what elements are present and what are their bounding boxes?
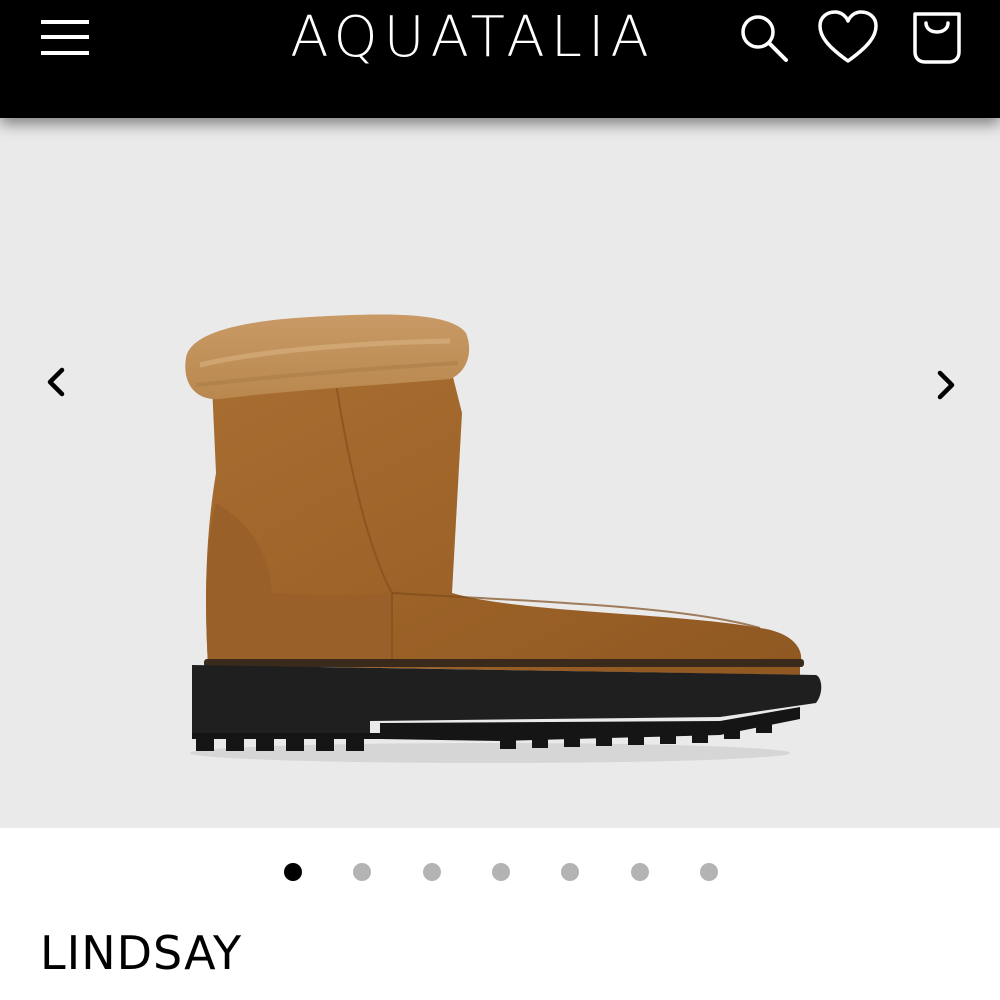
menu-button[interactable] xyxy=(34,10,96,64)
pagination-dot[interactable] xyxy=(284,863,302,881)
product-page: AQUATALIA LINDSAY xyxy=(0,0,1000,1000)
search-button[interactable] xyxy=(736,8,794,68)
shopping-bag-icon xyxy=(913,12,961,64)
wishlist-button[interactable] xyxy=(815,8,881,68)
site-header: AQUATALIA xyxy=(0,0,1000,118)
product-image-boot xyxy=(185,314,822,763)
pagination-dot[interactable] xyxy=(561,863,579,881)
product-title: LINDSAY xyxy=(40,926,243,980)
pagination-dot[interactable] xyxy=(492,863,510,881)
shopping-bag-button[interactable] xyxy=(906,8,968,68)
hamburger-menu-icon xyxy=(41,20,89,55)
pagination-dot[interactable] xyxy=(353,863,371,881)
pagination-dot[interactable] xyxy=(700,863,718,881)
heart-icon xyxy=(818,10,878,63)
pagination-dot[interactable] xyxy=(423,863,441,881)
pagination-dot[interactable] xyxy=(631,863,649,881)
product-gallery[interactable] xyxy=(0,118,1000,828)
brand-logo[interactable]: AQUATALIA xyxy=(250,2,695,74)
chevron-right-icon[interactable] xyxy=(926,365,966,405)
gallery-pagination xyxy=(0,860,1000,884)
chevron-left-icon[interactable] xyxy=(36,362,76,402)
search-icon xyxy=(741,15,788,62)
